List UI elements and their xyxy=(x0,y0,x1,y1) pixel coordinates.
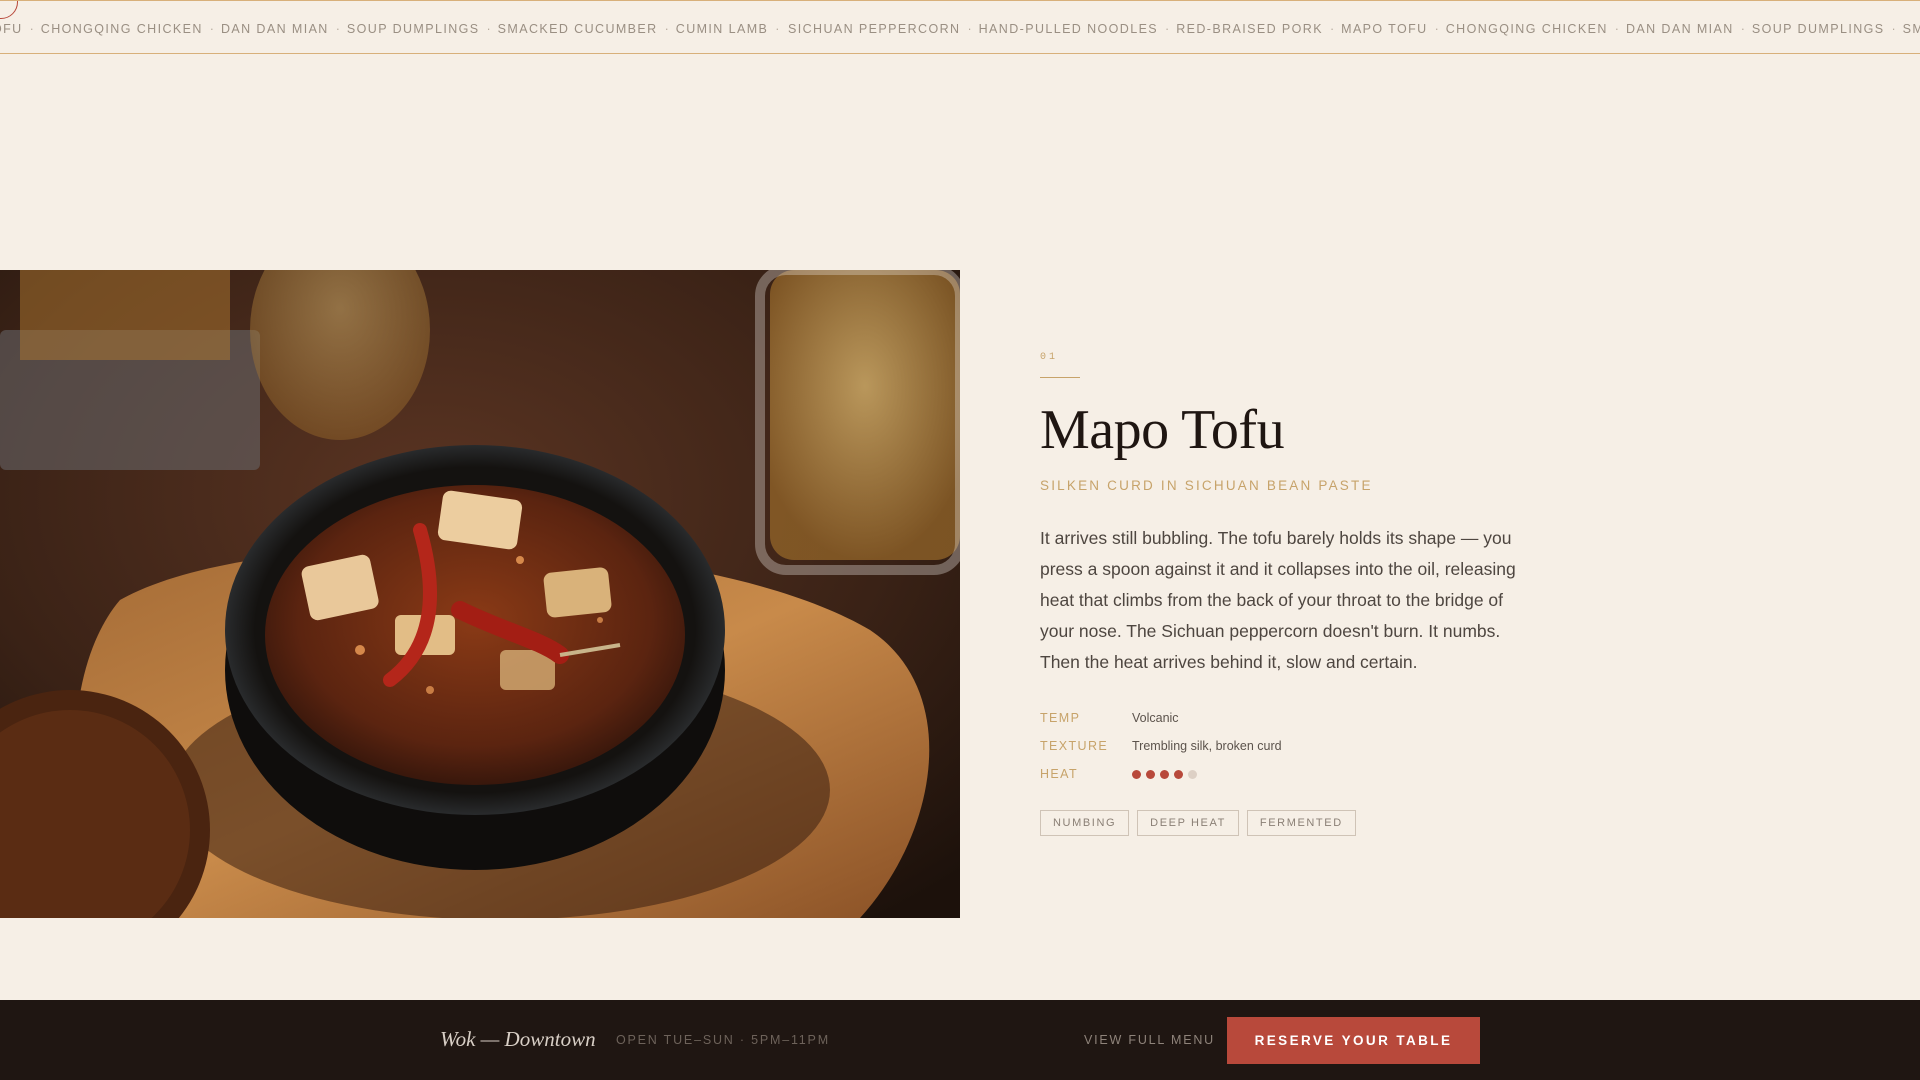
marquee-item: SOUP DUMPLINGS xyxy=(1751,22,1885,36)
brand-mark-icon xyxy=(0,1,18,19)
marquee-separator: · xyxy=(1891,22,1896,36)
spec-label: TEXTURE xyxy=(1040,739,1109,753)
marquee-item: DAN DAN MIAN xyxy=(220,22,329,36)
marquee-separator: · xyxy=(1329,22,1335,36)
marquee-item: DAN DAN MIAN xyxy=(1625,22,1734,36)
marquee-item: CHONGQING CHICKEN xyxy=(40,22,203,36)
dish-specs: TEMP Volcanic TEXTURE Trembling silk, br… xyxy=(1040,704,1540,788)
dish-photo xyxy=(0,270,960,918)
marquee-separator: · xyxy=(335,22,340,36)
heat-dot-filled xyxy=(1160,769,1169,779)
spec-label: TEMP xyxy=(1040,711,1081,725)
heat-dot-empty xyxy=(1188,769,1197,779)
marquee-item: SICHUAN PEPPERCORN xyxy=(788,22,961,36)
marquee-item: SMACKED CUC xyxy=(1902,22,1920,36)
marquee-item: CUMIN LAMB xyxy=(675,22,769,36)
marquee-item: HAND-PULLED NOODLES xyxy=(978,22,1159,36)
dish-index: 01 xyxy=(1040,352,1059,363)
view-full-menu-link[interactable]: VIEW FULL MENU xyxy=(1084,1033,1215,1047)
marquee-separator: · xyxy=(486,22,491,36)
spec-texture: TEXTURE Trembling silk, broken curd xyxy=(1040,732,1540,760)
tag-numbing: NUMBING xyxy=(1040,810,1130,836)
dish-subtitle: SILKEN CURD IN SICHUAN BEAN PASTE xyxy=(1040,478,1373,493)
dish-description: It arrives still bubbling. The tofu bare… xyxy=(1040,528,1516,672)
footer-bar: Wok — Downtown OPEN TUE–SUN · 5PM–11PM V… xyxy=(0,1000,1920,1080)
marquee-row-2: SICHUAN PEPPERCORN · HAND-PULLED NOODLES · R… xyxy=(788,20,1920,38)
tag-deep-heat: DEEP HEAT xyxy=(1137,810,1239,836)
marquee-separator: · xyxy=(1434,22,1439,36)
marquee-item: SMACKED CUCUMBER xyxy=(497,22,658,36)
spec-value: Volcanic xyxy=(1132,711,1179,725)
marquee-row-1: OFU · CHONGQING CHICKEN · DAN DAN MIAN · SOUP … xyxy=(0,20,786,38)
dish-marquee: OFU · CHONGQING CHICKEN · DAN DAN MIAN · SOUP … xyxy=(0,0,1920,54)
marquee-separator: · xyxy=(1165,22,1170,36)
spec-temp: TEMP Volcanic xyxy=(1040,704,1540,732)
marquee-item: CHONGQING CHICKEN xyxy=(1445,22,1608,36)
index-divider xyxy=(1040,377,1080,378)
dish-title: Mapo Tofu xyxy=(1040,399,1285,461)
heat-rating xyxy=(1132,769,1197,779)
marquee-separator: · xyxy=(775,22,780,36)
marquee-item: MAPO TOFU xyxy=(1341,22,1428,36)
spec-heat: HEAT xyxy=(1040,760,1540,788)
opening-hours: OPEN TUE–SUN · 5PM–11PM xyxy=(616,1033,830,1047)
marquee-separator: · xyxy=(209,22,214,36)
dish-detail: 01 Mapo Tofu SILKEN CURD IN SICHUAN BEAN… xyxy=(1040,352,1540,836)
marquee-separator: · xyxy=(1614,22,1619,36)
reserve-table-button[interactable]: RESERVE YOUR TABLE xyxy=(1227,1017,1480,1064)
tag-fermented: FERMENTED xyxy=(1246,810,1356,836)
marquee-item: SOUP DUMPLINGS xyxy=(346,22,480,36)
page: OFU · CHONGQING CHICKEN · DAN DAN MIAN · SOUP … xyxy=(0,0,1920,1080)
brand-name: Wok — Downtown xyxy=(440,1027,596,1051)
marquee-item: RED-BRAISED PORK xyxy=(1176,22,1323,36)
heat-dot-filled xyxy=(1174,769,1183,779)
marquee-separator: · xyxy=(29,22,34,36)
marquee-separator: · xyxy=(967,22,972,36)
marquee-item: OFU xyxy=(0,22,23,36)
heat-dot-filled xyxy=(1146,769,1155,779)
marquee-separator: · xyxy=(664,22,669,36)
marquee-separator: · xyxy=(1740,22,1745,36)
spec-value: Trembling silk, broken curd xyxy=(1132,739,1282,753)
spec-label: HEAT xyxy=(1040,767,1079,781)
heat-dot-filled xyxy=(1132,769,1141,779)
dish-tags: NUMBING DEEP HEAT FERMENTED xyxy=(1040,810,1540,836)
